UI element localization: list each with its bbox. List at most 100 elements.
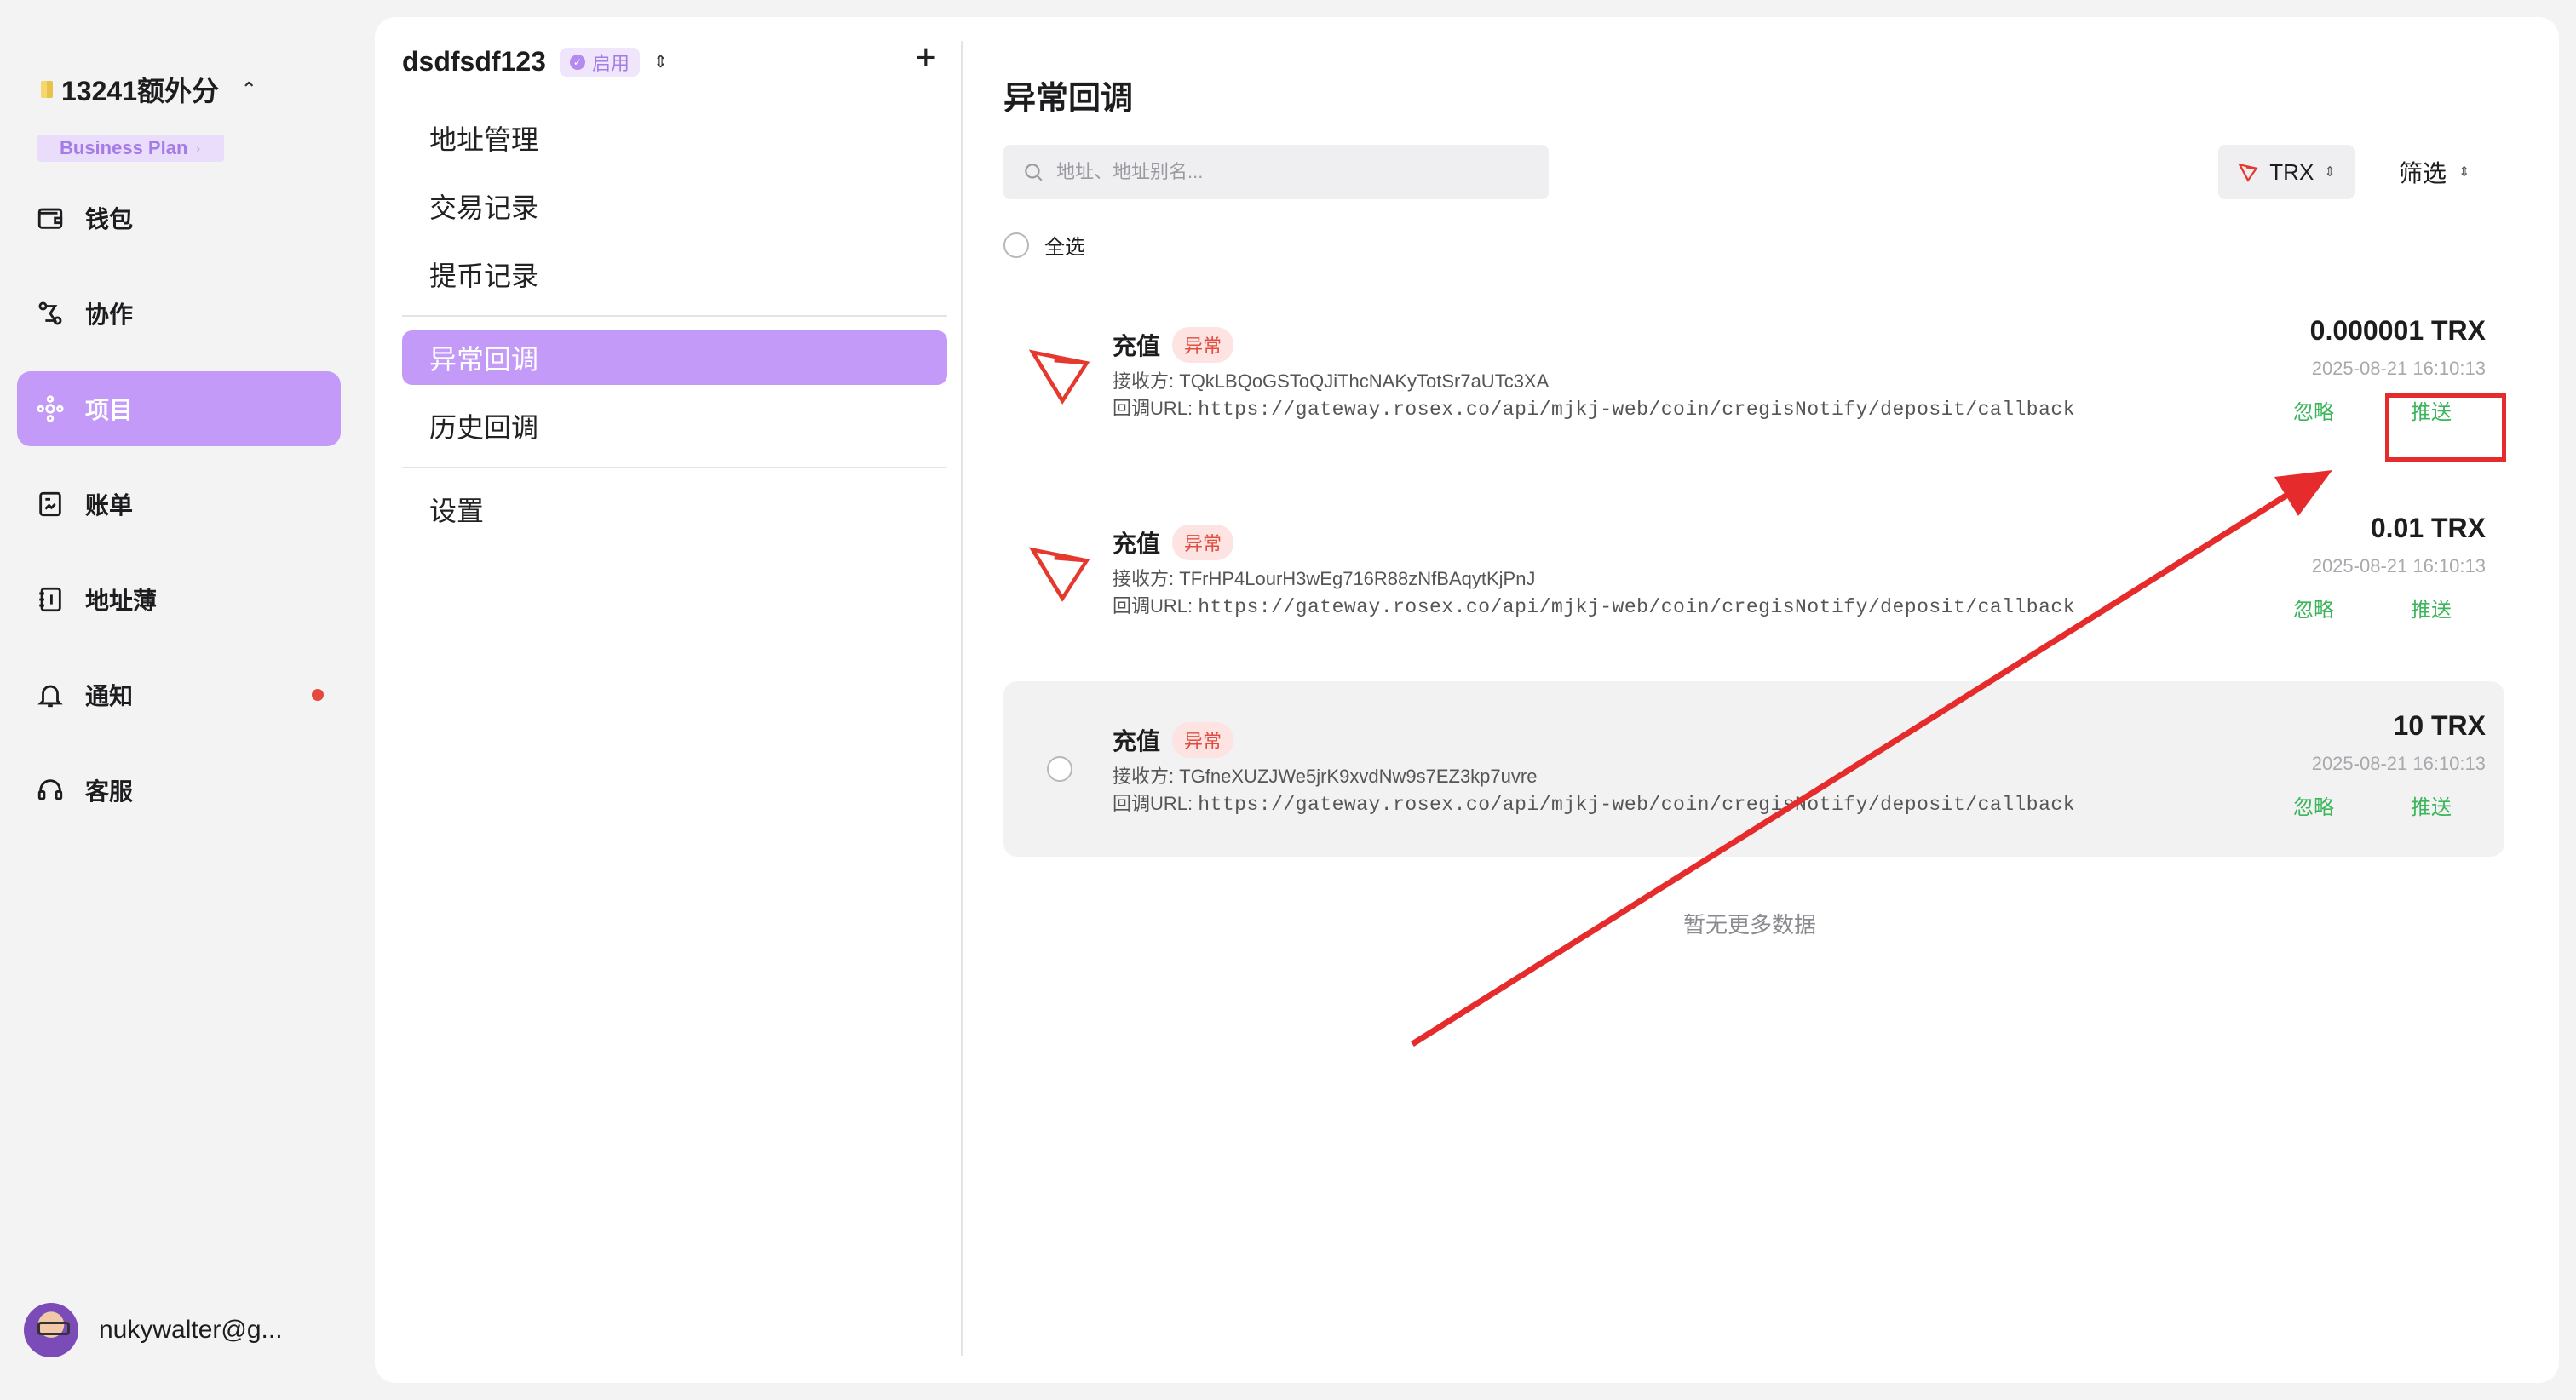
address-book-icon: [36, 585, 65, 614]
callback-info: 充值 异常 接收方: TGfneXUZJWe5jrK9xvdNw9s7EZ3kp…: [1113, 722, 2075, 818]
sidebar-item-notifications[interactable]: 通知: [17, 657, 341, 732]
menu-item-history-callbacks[interactable]: 历史回调: [402, 399, 947, 453]
tron-icon: [1027, 337, 1092, 410]
menu-item-address-management[interactable]: 地址管理: [402, 111, 947, 165]
sidebar-nav: 钱包 协作 项目 账单 地址薄 通知 客服: [17, 181, 341, 848]
filter-label: 筛选: [2399, 160, 2447, 186]
user-email: nukywalter@g...: [99, 1316, 283, 1344]
headset-icon: [36, 776, 65, 805]
status-label: 启用: [591, 52, 630, 74]
menu-item-abnormal-callbacks[interactable]: 异常回调: [402, 330, 947, 385]
menu-item-withdrawals[interactable]: 提币记录: [402, 247, 947, 301]
add-project-button[interactable]: +: [915, 39, 937, 77]
menu-item-transactions[interactable]: 交易记录: [402, 179, 947, 233]
callback-type: 充值: [1113, 333, 1161, 359]
row-checkbox[interactable]: [1047, 756, 1072, 782]
filter-dropdown[interactable]: 筛选 ⇕: [2399, 145, 2470, 199]
abnormal-badge: 异常: [1172, 525, 1234, 560]
notification-dot: [312, 689, 324, 701]
search-box[interactable]: [1003, 145, 1549, 199]
column-divider: [961, 41, 963, 1356]
project-header[interactable]: dsdfsdf123 ✓ 启用 ⇕: [402, 46, 668, 77]
select-all[interactable]: 全选: [1003, 230, 1085, 260]
timestamp: 2025-08-21 16:10:13: [2311, 753, 2486, 774]
row-select[interactable]: [1027, 732, 1092, 806]
timestamp: 2025-08-21 16:10:13: [2311, 358, 2486, 379]
sidebar-item-label: 项目: [85, 397, 134, 423]
org-name: 13241额外分: [61, 76, 219, 106]
no-more-data: 暂无更多数据: [1683, 912, 1817, 938]
sidebar-item-label: 通知: [85, 683, 134, 709]
sidebar-item-bill[interactable]: 账单: [17, 467, 341, 542]
bill-icon: [36, 490, 65, 519]
chevron-updown-icon: ⇕: [2324, 165, 2336, 180]
chevron-updown-icon: ⌃: [241, 78, 257, 100]
tron-icon: [2238, 163, 2258, 182]
sidebar-item-collab[interactable]: 协作: [17, 276, 341, 351]
callback-row[interactable]: 充值 异常 接收方: TGfneXUZJWe5jrK9xvdNw9s7EZ3kp…: [1003, 681, 2504, 857]
tron-icon: [1027, 535, 1092, 608]
push-button[interactable]: 推送: [2411, 790, 2452, 820]
sidebar-item-project[interactable]: 项目: [17, 371, 341, 446]
url-label: 回调URL:: [1113, 595, 1193, 617]
plan-label: Business Plan: [60, 137, 188, 158]
wallet-icon: [36, 204, 65, 232]
sidebar-item-wallet[interactable]: 钱包: [17, 181, 341, 255]
ignore-button[interactable]: 忽略: [2293, 790, 2334, 820]
sidebar-item-address-book[interactable]: 地址薄: [17, 562, 341, 637]
callback-url: https://gateway.rosex.co/api/mjkj-web/co…: [1198, 399, 2076, 421]
select-all-checkbox[interactable]: [1003, 232, 1029, 258]
callback-type: 充值: [1113, 728, 1161, 755]
url-line: 回调URL: https://gateway.rosex.co/api/mjkj…: [1113, 790, 2075, 818]
callback-row[interactable]: 充值 异常 接收方: TFrHP4LourH3wEg716R88zNfBAqyt…: [1003, 484, 2504, 659]
search-input[interactable]: [1056, 161, 1516, 183]
amount: 10 TRX: [2393, 710, 2486, 741]
org-flag-icon: [41, 81, 53, 98]
org-switcher[interactable]: 13241额外分 ⌃: [41, 70, 256, 109]
sidebar-item-label: 账单: [85, 492, 134, 519]
receiver-line: 接收方: TQkLBQoGSToQJiThcNAKyTotSr7aUTc3XA: [1113, 368, 2075, 395]
receiver-line: 接收方: TGfneXUZJWe5jrK9xvdNw9s7EZ3kp7uvre: [1113, 763, 2075, 790]
check-icon: ✓: [569, 54, 585, 70]
receiver-label: 接收方:: [1113, 370, 1175, 392]
url-label: 回调URL:: [1113, 793, 1193, 814]
callback-info: 充值 异常 接收方: TQkLBQoGSToQJiThcNAKyTotSr7aU…: [1113, 327, 2075, 423]
menu-item-settings[interactable]: 设置: [402, 482, 947, 536]
abnormal-badge: 异常: [1172, 327, 1234, 363]
callback-url: https://gateway.rosex.co/api/mjkj-web/co…: [1198, 794, 2076, 816]
amount: 0.000001 TRX: [2309, 315, 2486, 346]
coin-label: TRX: [2269, 158, 2314, 185]
amount: 0.01 TRX: [2370, 513, 2486, 543]
annotation-highlight-box: [2385, 393, 2506, 462]
coin-select[interactable]: TRX ⇕: [2218, 145, 2355, 199]
status-badge: ✓ 启用: [559, 47, 640, 77]
project-name: dsdfsdf123: [402, 46, 546, 77]
callback-row[interactable]: 充值 异常 接收方: TQkLBQoGSToQJiThcNAKyTotSr7aU…: [1003, 286, 2504, 462]
ignore-button[interactable]: 忽略: [2293, 395, 2334, 425]
plan-badge[interactable]: Business Plan ›: [37, 135, 225, 162]
push-button[interactable]: 推送: [2411, 593, 2452, 623]
receiver-address: TQkLBQoGSToQJiThcNAKyTotSr7aUTc3XA: [1179, 370, 1550, 392]
bell-icon: [36, 680, 65, 709]
chevron-updown-icon: ⇕: [2458, 165, 2470, 180]
sidebar-item-label: 客服: [85, 778, 134, 805]
chevron-right-icon: ›: [196, 141, 201, 155]
ignore-button[interactable]: 忽略: [2293, 593, 2334, 623]
receiver-line: 接收方: TFrHP4LourH3wEg716R88zNfBAqytKjPnJ: [1113, 565, 2075, 593]
receiver-address: TFrHP4LourH3wEg716R88zNfBAqytKjPnJ: [1179, 568, 1536, 589]
project-menu: 地址管理 交易记录 提币记录 异常回调 历史回调 设置: [402, 111, 947, 550]
project-icon: [36, 394, 65, 423]
callback-list: 充值 异常 接收方: TQkLBQoGSToQJiThcNAKyTotSr7aU…: [1003, 286, 2504, 879]
receiver-label: 接收方:: [1113, 568, 1175, 589]
select-all-label: 全选: [1044, 236, 1085, 259]
receiver-label: 接收方:: [1113, 766, 1175, 787]
user-profile[interactable]: nukywalter@g...: [24, 1303, 283, 1357]
abnormal-badge: 异常: [1172, 722, 1234, 758]
avatar: [24, 1303, 78, 1357]
url-line: 回调URL: https://gateway.rosex.co/api/mjkj…: [1113, 593, 2075, 621]
sidebar-item-support[interactable]: 客服: [17, 753, 341, 828]
sidebar-item-label: 协作: [85, 301, 134, 328]
menu-divider: [402, 315, 947, 317]
receiver-address: TGfneXUZJWe5jrK9xvdNw9s7EZ3kp7uvre: [1179, 766, 1538, 787]
url-label: 回调URL:: [1113, 398, 1193, 419]
